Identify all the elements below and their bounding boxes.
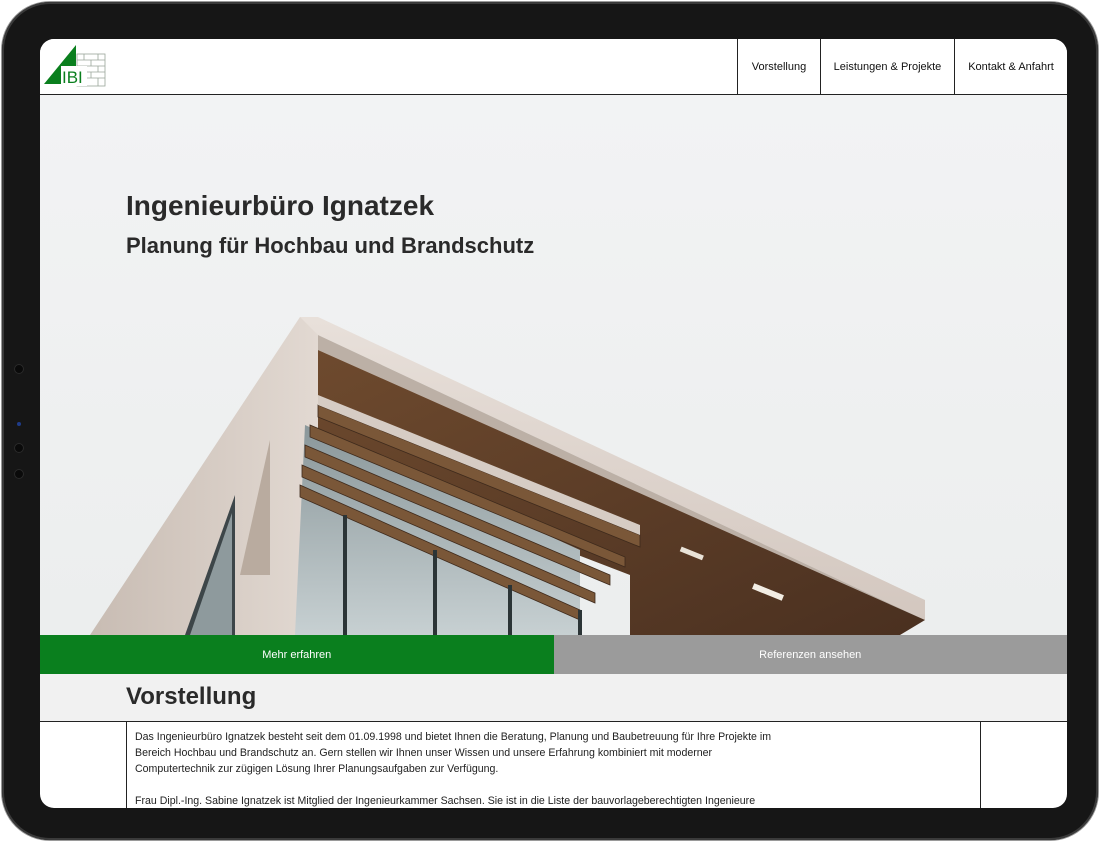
logo-text: IBI <box>62 68 83 87</box>
nav-item-kontakt-anfahrt[interactable]: Kontakt & Anfahrt <box>954 39 1067 94</box>
building-photo <box>90 317 925 635</box>
cta-row: Mehr erfahren Referenzen ansehen <box>40 635 1067 674</box>
speaker-icon <box>14 443 24 453</box>
camera-icon <box>14 364 24 374</box>
site-header: IBI Vorstellung Leistungen & Projekte Ko… <box>40 39 1067 95</box>
section-title: Vorstellung <box>126 683 257 710</box>
company-logo[interactable]: IBI <box>43 44 107 88</box>
section-header: Vorstellung <box>40 674 1067 722</box>
tablet-frame: IBI Vorstellung Leistungen & Projekte Ko… <box>2 2 1098 840</box>
nav-item-leistungen-projekte[interactable]: Leistungen & Projekte <box>820 39 954 94</box>
microphone-icon <box>14 469 24 479</box>
hero-title: Ingenieurbüro Ignatzek <box>126 190 435 221</box>
browser-screen: IBI Vorstellung Leistungen & Projekte Ko… <box>40 39 1067 808</box>
section-content: Das Ingenieurbüro Ignatzek besteht seit … <box>126 722 981 808</box>
referenzen-ansehen-button[interactable]: Referenzen ansehen <box>553 635 1067 674</box>
membership-paragraph: Frau Dipl.-Ing. Sabine Ignatzek ist Mitg… <box>135 795 756 807</box>
mehr-erfahren-button[interactable]: Mehr erfahren <box>40 635 554 674</box>
nav-item-vorstellung[interactable]: Vorstellung <box>737 39 820 94</box>
main-navigation: Vorstellung Leistungen & Projekte Kontak… <box>737 39 1067 94</box>
hero-subtitle: Planung für Hochbau und Brandschutz <box>126 233 535 258</box>
hero-banner: Ingenieurbüro Ignatzek Planung für Hochb… <box>40 95 1067 635</box>
intro-paragraph: Das Ingenieurbüro Ignatzek besteht seit … <box>135 731 772 775</box>
sensor-icon <box>17 422 21 426</box>
